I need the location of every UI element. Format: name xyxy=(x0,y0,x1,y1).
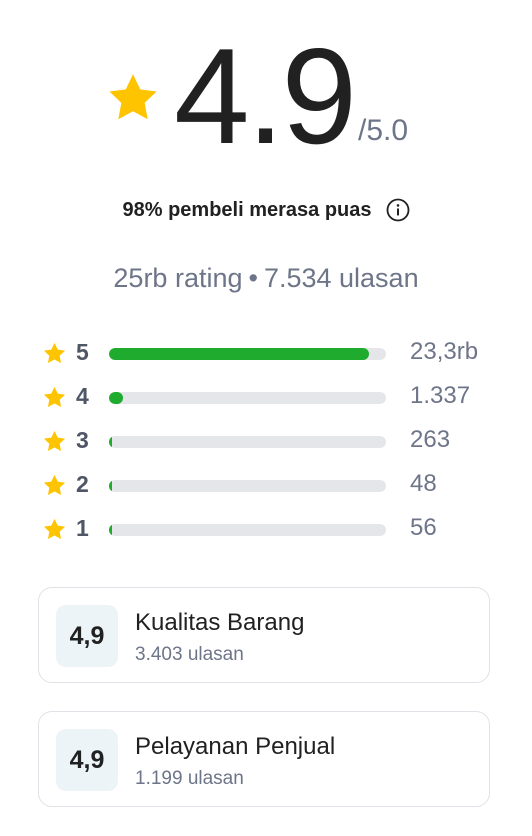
distribution-row[interactable]: 4 1.337 xyxy=(42,380,502,424)
distribution-bar-track xyxy=(109,348,386,360)
total-ratings: 25rb rating xyxy=(113,263,243,293)
star-icon xyxy=(109,74,157,120)
distribution-bar-fill xyxy=(109,524,112,536)
star-icon xyxy=(43,474,66,495)
star-level-label: 2 xyxy=(76,471,89,497)
star-icon xyxy=(43,386,66,407)
aspect-review-count: 1.199 ulasan xyxy=(135,768,244,789)
separator-dot: • xyxy=(248,263,258,293)
star-level-label: 1 xyxy=(76,515,89,541)
aspect-score-badge: 4,9 xyxy=(56,605,118,667)
rating-score: 4.9 xyxy=(174,20,357,172)
rating-count: 23,3rb xyxy=(410,338,479,365)
total-reviews: 7.534 ulasan xyxy=(263,263,419,293)
distribution-bar-track xyxy=(109,392,386,404)
satisfaction-text: 98% pembeli merasa puas xyxy=(122,198,372,221)
info-icon[interactable] xyxy=(386,198,410,222)
overall-rating: 4.9 /5.0 xyxy=(0,0,532,170)
star-level-label: 3 xyxy=(76,427,89,453)
distribution-bar-fill xyxy=(109,480,112,492)
aspect-card-seller-service[interactable]: 4,9 Pelayanan Penjual 1.199 ulasan xyxy=(38,711,490,807)
distribution-bar-fill xyxy=(109,392,123,404)
distribution-bar-fill xyxy=(109,348,370,360)
star-icon xyxy=(43,430,66,451)
star-icon xyxy=(43,342,66,363)
satisfaction-row: 98% pembeli merasa puas xyxy=(0,198,532,222)
rating-summary: 25rb rating • 7.534 ulasan xyxy=(0,263,532,294)
distribution-bar-track xyxy=(109,480,386,492)
distribution-bar-track xyxy=(109,524,386,536)
distribution-row[interactable]: 2 48 xyxy=(42,468,502,512)
distribution-row[interactable]: 3 263 xyxy=(42,424,502,468)
rating-count: 263 xyxy=(410,426,451,453)
star-level-label: 5 xyxy=(76,339,89,365)
star-level-label: 4 xyxy=(76,383,89,409)
rating-count: 56 xyxy=(410,514,437,541)
distribution-bar-track xyxy=(109,436,386,448)
distribution-row[interactable]: 1 56 xyxy=(42,512,502,556)
aspect-card-product-quality[interactable]: 4,9 Kualitas Barang 3.403 ulasan xyxy=(38,587,490,683)
distribution-row[interactable]: 5 23,3rb xyxy=(42,336,502,380)
rating-max: /5.0 xyxy=(358,114,409,147)
rating-count: 1.337 xyxy=(410,382,471,409)
aspect-score-badge: 4,9 xyxy=(56,729,118,791)
aspect-title: Pelayanan Penjual xyxy=(135,733,336,760)
star-icon xyxy=(43,518,66,539)
aspect-review-count: 3.403 ulasan xyxy=(135,644,244,665)
distribution-bar-fill xyxy=(109,436,112,448)
aspect-title: Kualitas Barang xyxy=(135,609,305,636)
rating-distribution: 5 23,3rb 4 1.337 3 263 2 48 1 56 xyxy=(42,336,502,556)
rating-count: 48 xyxy=(410,470,437,497)
